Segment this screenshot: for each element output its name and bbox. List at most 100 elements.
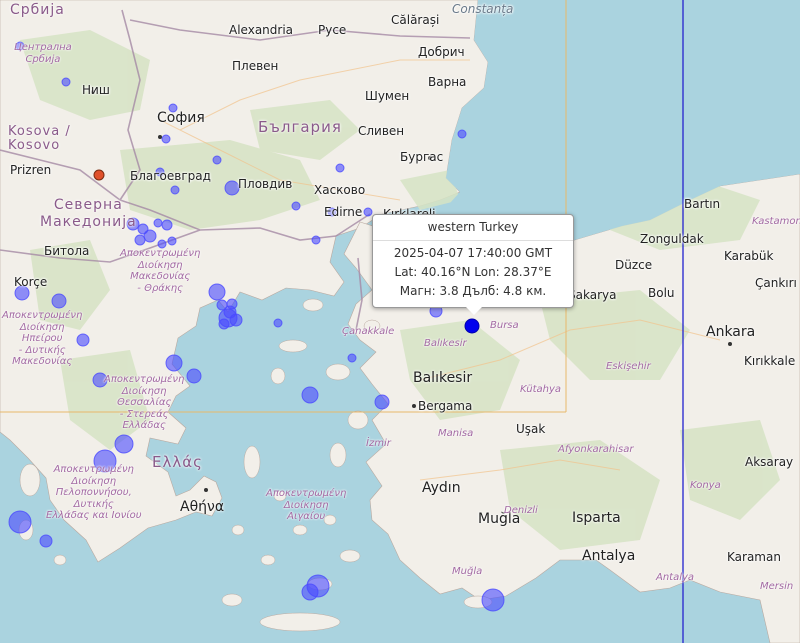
city-isparta: Isparta — [572, 510, 621, 526]
city-dobrich: Добрич — [418, 45, 465, 59]
region-macedonia-thrace: Αποκεντρωμένη Διοίκηση Μακεδονίας - Θράκ… — [120, 248, 201, 294]
region-balikesir: Balıkesir — [424, 338, 467, 349]
earthquake-marker[interactable] — [165, 354, 183, 372]
popup-pointer — [466, 307, 482, 315]
city-bolu: Bolu — [648, 286, 675, 300]
city-constanta: Constanța — [452, 2, 514, 16]
earthquake-marker[interactable] — [114, 434, 134, 454]
city-athina: Αθήνα — [180, 499, 225, 515]
earthquake-marker[interactable] — [374, 394, 390, 410]
region-antalya: Antalya — [656, 572, 695, 583]
city-bitola: Битола — [44, 244, 90, 258]
earthquake-marker[interactable] — [301, 583, 319, 601]
city-ankara: Ankara — [706, 324, 756, 340]
earthquake-marker[interactable] — [301, 386, 319, 404]
city-korce: Korçe — [14, 275, 48, 289]
region-aegean: Αποκεντρωμένη Διοίκηση Αιγαίου — [266, 488, 347, 522]
region-canakkale: Çanakkale — [342, 326, 395, 337]
earthquake-marker[interactable] — [291, 201, 301, 211]
region-kastamonu: Kastamonu — [752, 216, 800, 227]
popup-magnitude-depth: Магн: 3.8 Дълб: 4.8 км. — [399, 284, 547, 298]
earthquake-marker[interactable] — [157, 239, 167, 249]
city-antalya: Antalya — [582, 548, 636, 564]
city-edirne: Edirne — [324, 205, 363, 219]
city-ruse: Русе — [318, 23, 347, 37]
earthquake-marker[interactable] — [481, 588, 505, 612]
earthquake-marker[interactable] — [208, 283, 226, 301]
city-haskovo: Хасково — [314, 183, 366, 197]
earthquake-marker[interactable] — [363, 207, 373, 217]
earthquake-marker[interactable] — [170, 185, 180, 195]
earthquake-marker[interactable] — [167, 236, 177, 246]
city-prizren: Prizren — [10, 163, 52, 177]
earthquake-marker[interactable] — [161, 134, 171, 144]
earthquake-marker[interactable] — [39, 534, 53, 548]
city-kirikkale: Kırıkkale — [744, 354, 796, 368]
region-peloponnese: Αποκεντρωμένη Διοίκηση Πελοποννήσου, Δυτ… — [46, 464, 142, 521]
earthquake-marker-red[interactable] — [93, 169, 105, 181]
region-manisa: Manisa — [438, 428, 474, 439]
region-eskisehir: Eskişehir — [606, 361, 651, 372]
city-varna: Варна — [428, 75, 467, 89]
city-cankiri: Çankırı — [755, 276, 797, 290]
popup-title: western Turkey — [373, 215, 573, 241]
earthquake-marker[interactable] — [143, 229, 157, 243]
city-balikesir: Balıkesir — [413, 370, 473, 386]
region-thessaly: Αποκεντρωμένη Διοίκηση Θεσσαλίας - Στερε… — [104, 374, 185, 431]
city-sliven: Сливен — [358, 124, 405, 138]
earthquake-marker[interactable] — [161, 219, 173, 231]
earthquake-marker[interactable] — [186, 368, 202, 384]
earthquake-marker[interactable] — [153, 218, 163, 228]
popup-coordinates: Lat: 40.16°N Lon: 28.37°E — [394, 265, 552, 279]
earthquake-popup: western Turkey 2025-04-07 17:40:00 GMT L… — [372, 214, 574, 315]
city-alexandria: Alexandria — [229, 23, 294, 37]
earthquake-marker[interactable] — [457, 129, 467, 139]
city-aydin: Aydın — [422, 480, 461, 496]
city-sakarya: Sakarya — [568, 288, 617, 302]
region-afyonkarahisar: Afyonkarahisar — [558, 444, 634, 455]
region-mugla: Muğla — [452, 566, 483, 577]
city-bartin: Bartın — [684, 197, 721, 211]
region-kutahya: Kütahya — [520, 384, 562, 395]
earthquake-marker[interactable] — [224, 180, 240, 196]
earthquake-marker[interactable] — [134, 234, 146, 246]
region-mersin: Mersin — [760, 581, 794, 592]
city-karabuk: Karabük — [724, 249, 774, 263]
city-duzce: Düzce — [615, 258, 653, 272]
city-burgas: Бургас — [400, 150, 444, 164]
region-denizli: Denizli — [504, 505, 538, 516]
city-nis: Ниш — [82, 83, 110, 97]
city-plovdiv: Пловдив — [238, 177, 293, 191]
selected-earthquake-marker[interactable] — [464, 318, 480, 334]
city-shumen: Шумен — [365, 89, 410, 103]
country-serbia: Србија — [10, 2, 65, 18]
region-bursa: Bursa — [490, 320, 519, 331]
country-kosovo: Kosova / Kosovo — [8, 124, 71, 154]
region-izmir: İzmir — [366, 438, 391, 449]
popup-datetime: 2025-04-07 17:40:00 GMT — [393, 246, 553, 260]
city-bergama: Bergama — [418, 399, 473, 413]
region-konya: Konya — [690, 480, 721, 491]
country-bulgaria: България — [258, 118, 342, 136]
earthquake-marker[interactable] — [51, 293, 67, 309]
earthquake-marker[interactable] — [347, 353, 357, 363]
earthquake-marker[interactable] — [61, 77, 71, 87]
earthquake-marker[interactable] — [273, 318, 283, 328]
country-north-macedonia: Северна Македонија — [40, 197, 137, 230]
earthquake-marker[interactable] — [212, 155, 222, 165]
city-karaman: Karaman — [727, 550, 781, 564]
city-sofia: София — [157, 110, 205, 126]
earthquake-marker[interactable] — [226, 298, 238, 310]
earthquake-marker[interactable] — [8, 510, 32, 534]
country-greece: Ελλάς — [152, 453, 203, 471]
city-usak: Uşak — [516, 422, 546, 436]
region-epirus: Αποκεντρωμένη Διοίκηση Ηπείρου - Δυτικής… — [2, 310, 83, 367]
earthquake-marker[interactable] — [218, 318, 230, 330]
earthquake-marker[interactable] — [335, 163, 345, 173]
city-pleven: Плевен — [232, 59, 279, 73]
city-blagoevgrad: Благоевград — [130, 169, 211, 183]
city-aksaray: Aksaray — [745, 455, 794, 469]
city-calarasi: Călărași — [391, 13, 440, 27]
city-zonguldak: Zonguldak — [640, 232, 704, 246]
earthquake-marker[interactable] — [311, 235, 321, 245]
